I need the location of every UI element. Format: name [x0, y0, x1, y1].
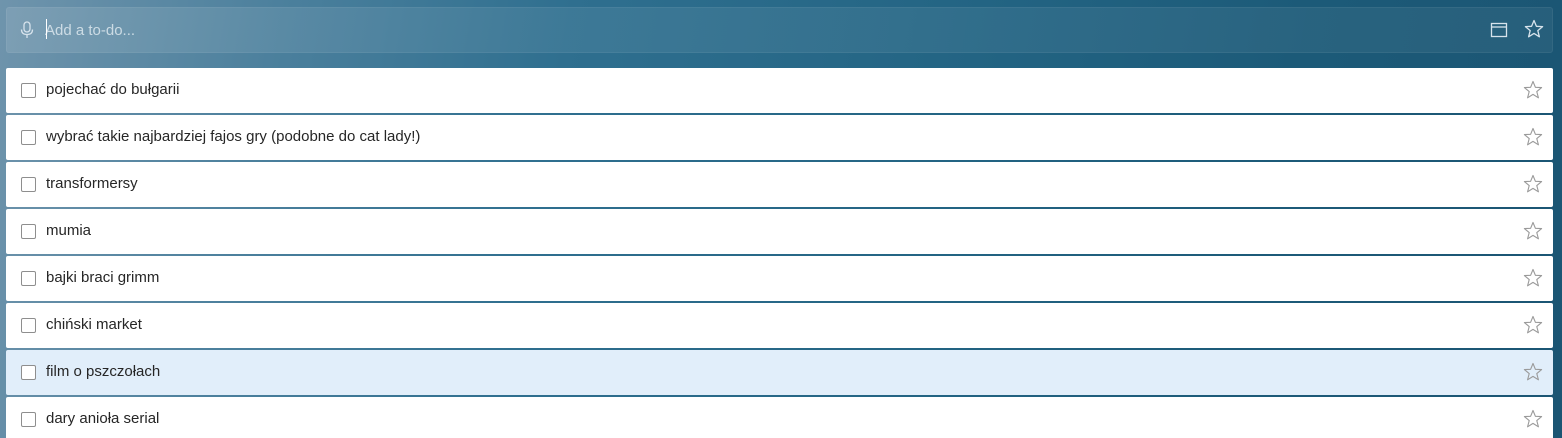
- task-checkbox[interactable]: [21, 177, 36, 192]
- microphone-icon[interactable]: [19, 21, 35, 39]
- add-todo-input[interactable]: [45, 19, 1445, 41]
- task-row[interactable]: film o pszczołach: [6, 350, 1553, 395]
- star-icon[interactable]: [1523, 362, 1543, 382]
- layout-toggle-icon[interactable]: [1490, 21, 1508, 39]
- task-label[interactable]: dary anioła serial: [46, 410, 159, 427]
- star-icon[interactable]: [1523, 174, 1543, 194]
- task-checkbox[interactable]: [21, 271, 36, 286]
- task-label[interactable]: pojechać do bułgarii: [46, 81, 179, 98]
- task-label[interactable]: film o pszczołach: [46, 363, 160, 380]
- task-row[interactable]: transformersy: [6, 162, 1553, 207]
- task-checkbox[interactable]: [21, 130, 36, 145]
- task-row[interactable]: chiński market: [6, 303, 1553, 348]
- task-list: pojechać do bułgarii wybrać takie najbard…: [6, 68, 1553, 438]
- star-icon[interactable]: [1523, 315, 1543, 335]
- task-label[interactable]: mumia: [46, 222, 91, 239]
- task-row[interactable]: bajki braci grimm: [6, 256, 1553, 301]
- task-row[interactable]: mumia: [6, 209, 1553, 254]
- task-label[interactable]: chiński market: [46, 316, 142, 333]
- star-icon[interactable]: [1523, 409, 1543, 429]
- task-label[interactable]: wybrać takie najbardziej fajos gry (podo…: [46, 128, 420, 145]
- star-icon[interactable]: [1523, 221, 1543, 241]
- task-checkbox[interactable]: [21, 318, 36, 333]
- task-label[interactable]: transformersy: [46, 175, 138, 192]
- star-filter-icon[interactable]: [1524, 19, 1544, 39]
- add-todo-bar: [6, 7, 1553, 53]
- star-icon[interactable]: [1523, 127, 1543, 147]
- text-caret: [46, 19, 47, 39]
- task-checkbox[interactable]: [21, 365, 36, 380]
- star-icon[interactable]: [1523, 268, 1543, 288]
- task-checkbox[interactable]: [21, 224, 36, 239]
- task-checkbox[interactable]: [21, 83, 36, 98]
- task-label[interactable]: bajki braci grimm: [46, 269, 159, 286]
- task-checkbox[interactable]: [21, 412, 36, 427]
- task-row[interactable]: wybrać takie najbardziej fajos gry (podo…: [6, 115, 1553, 160]
- star-icon[interactable]: [1523, 80, 1543, 100]
- task-row[interactable]: dary anioła serial: [6, 397, 1553, 438]
- task-row[interactable]: pojechać do bułgarii: [6, 68, 1553, 113]
